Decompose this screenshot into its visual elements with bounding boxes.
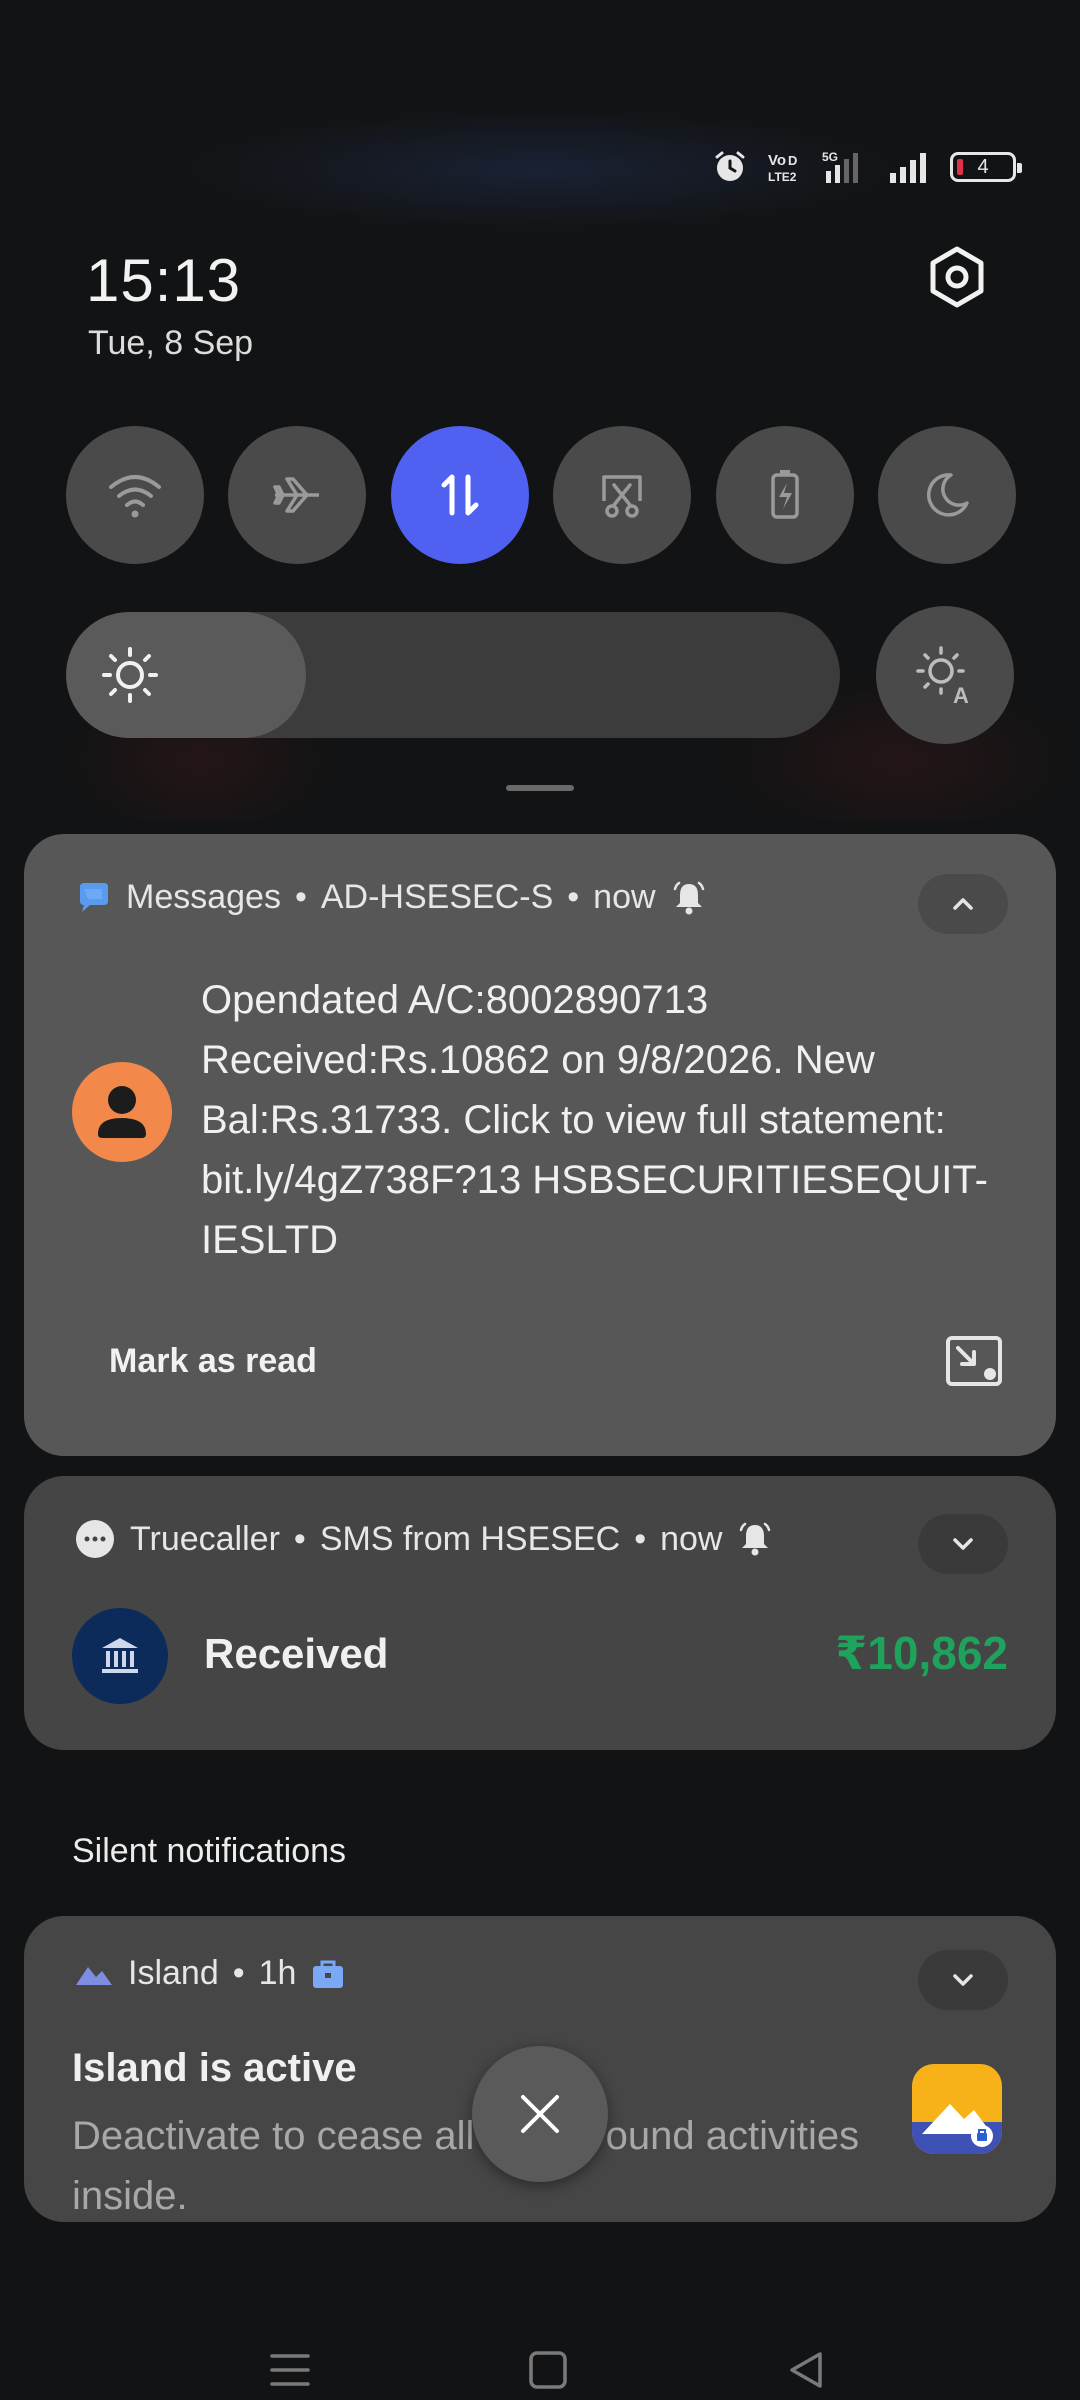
notification-title: Island is active (72, 2046, 357, 2090)
signal-icon (888, 149, 932, 185)
back-button[interactable] (766, 2330, 846, 2400)
close-icon (521, 2095, 559, 2133)
notification-header: Messages • AD-HSESEC-S • now (74, 878, 708, 917)
separator-dot: • (294, 878, 307, 916)
notification-header: Island • 1h (74, 1954, 346, 1993)
avatar (72, 1062, 172, 1162)
open-window-icon[interactable] (944, 1334, 1004, 1390)
status-bar: Vo D LTE2 5G 4 (712, 142, 1022, 192)
sender: AD-HSESEC-S (320, 878, 554, 916)
battery-indicator: 4 (950, 152, 1022, 182)
back-icon (790, 2352, 822, 2388)
data-arrows-icon (441, 474, 479, 516)
timestamp: now (593, 878, 656, 916)
gear-icon (930, 246, 984, 308)
timestamp: 1h (258, 1954, 297, 1992)
battery-level: 4 (977, 155, 989, 178)
airplane-icon (273, 477, 320, 513)
volte-icon: Vo D LTE2 (766, 149, 804, 185)
messages-icon (80, 882, 108, 912)
svg-text:5G: 5G (822, 150, 838, 164)
silent-notifications-label: Silent notifications (72, 1832, 347, 1870)
notification-messages[interactable]: Messages • AD-HSESEC-S • now Opendated A… (24, 834, 1056, 1456)
alarm-icon (712, 149, 748, 185)
clear-all-button[interactable] (472, 2046, 608, 2182)
notification-truecaller[interactable]: Truecaller • SMS from HSESEC • now Recei… (24, 1476, 1056, 1750)
svg-text:A: A (953, 683, 969, 707)
scissors-icon (602, 475, 642, 518)
5g-signal-icon: 5G (822, 149, 870, 185)
separator-dot: • (567, 878, 580, 916)
tile-dark-mode[interactable] (877, 426, 1016, 564)
chevron-down-icon (953, 1538, 973, 1550)
expand-button[interactable] (918, 1514, 1008, 1574)
home-icon (529, 2351, 567, 2389)
navigation-bar (0, 2330, 1080, 2400)
message-body: Opendated A/C:8002890713 Received:Rs.108… (201, 978, 988, 1262)
auto-brightness-icon: A (916, 646, 969, 707)
notification-header: Truecaller • SMS from HSESEC • now (74, 1518, 774, 1560)
transaction-title: Received (204, 1630, 389, 1677)
app-name: Island (128, 1954, 219, 1992)
clock: 15:13 (86, 247, 242, 314)
island-icon (76, 1966, 112, 1985)
tile-airplane[interactable] (228, 426, 367, 564)
svg-text:Vo: Vo (768, 152, 786, 169)
bell-icon (673, 881, 704, 914)
tile-wifi[interactable] (66, 426, 204, 564)
settings-button[interactable] (920, 240, 994, 314)
moon-icon (926, 473, 969, 517)
chevron-up-icon (953, 898, 973, 910)
menu-icon (270, 2354, 310, 2386)
brightness-slider[interactable] (66, 612, 840, 738)
battery-icon (770, 470, 799, 519)
date: Tue, 8 Sep (88, 324, 254, 362)
work-briefcase-icon (313, 1960, 344, 1988)
app-name: Truecaller (130, 1519, 280, 1558)
sender: SMS from HSESEC (319, 1519, 621, 1558)
wifi-icon (109, 475, 161, 518)
person-icon (98, 1086, 146, 1138)
timestamp: now (660, 1519, 723, 1558)
tile-screenshot[interactable] (553, 426, 692, 564)
transaction-amount: ₹10,862 (835, 1627, 1008, 1679)
island-app-icon (912, 2064, 1002, 2154)
bell-icon (740, 1522, 771, 1556)
home-button[interactable] (508, 2330, 588, 2400)
truecaller-icon (76, 1520, 114, 1558)
tile-battery-saver[interactable] (715, 426, 854, 564)
separator-dot: • (634, 1519, 647, 1558)
tile-mobile-data[interactable] (390, 426, 529, 564)
quick-settings-tiles (66, 426, 1016, 564)
bank-icon (102, 1638, 138, 1673)
auto-brightness-button[interactable]: A (876, 606, 1014, 744)
bank-avatar (72, 1608, 168, 1704)
svg-text:LTE2: LTE2 (768, 170, 797, 184)
svg-text:D: D (788, 153, 797, 168)
recents-button[interactable] (250, 2330, 330, 2400)
mark-as-read-button[interactable]: Mark as read (109, 1342, 317, 1381)
drag-handle[interactable] (506, 785, 574, 791)
sun-icon (102, 647, 158, 703)
separator-dot: • (232, 1954, 245, 1992)
expand-button[interactable] (918, 1950, 1008, 2010)
chevron-down-icon (953, 1974, 973, 1986)
app-name: Messages (126, 878, 281, 916)
separator-dot: • (293, 1519, 306, 1558)
collapse-button[interactable] (918, 874, 1008, 934)
